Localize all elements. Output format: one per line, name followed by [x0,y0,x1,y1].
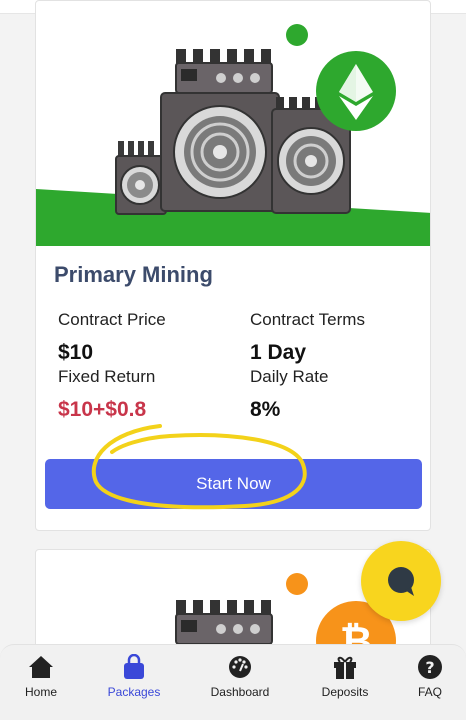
package-card: Primary Mining Contract Price $10 Fixed … [35,0,431,531]
nav-item-faq[interactable]: ? FAQ [385,653,466,699]
fixed-return-label: Fixed Return [58,367,156,386]
package-title: Primary Mining [54,262,213,287]
svg-text:?: ? [425,658,434,677]
home-icon [27,653,55,681]
fixed-return-value: $10+$0.8 [58,398,147,421]
mining-hero-image [36,1,430,246]
chat-button[interactable] [361,541,441,621]
chat-icon [388,567,414,596]
bottom-nav: Home Packages Dashboard Deposits ? FAQ [0,644,466,720]
nav-item-dashboard[interactable]: Dashboard [195,653,285,699]
ethereum-icon [315,50,397,132]
nav-label-dashboard: Dashboard [210,685,270,699]
start-now-button[interactable]: Start Now [45,459,422,509]
question-icon: ? [416,653,444,681]
contract-price-value: $10 [58,341,94,364]
contract-price-label: Contract Price [58,310,166,329]
nav-label-packages: Packages [107,685,161,699]
gauge-icon [226,653,254,681]
shopping-bag-icon [120,653,148,681]
start-now-button-label: Start Now [196,474,271,493]
gift-icon [331,653,359,681]
daily-rate-label: Daily Rate [250,367,329,386]
nav-label-faq: FAQ [417,685,442,699]
nav-item-home[interactable]: Home [0,653,86,699]
contract-terms-value: 1 Day [250,341,307,364]
nav-label-home: Home [24,685,57,699]
daily-rate-value: 8% [250,398,281,421]
contract-terms-label: Contract Terms [250,310,365,329]
nav-item-deposits[interactable]: Deposits [300,653,390,699]
nav-label-deposits: Deposits [321,685,369,699]
nav-item-packages[interactable]: Packages [89,653,179,699]
